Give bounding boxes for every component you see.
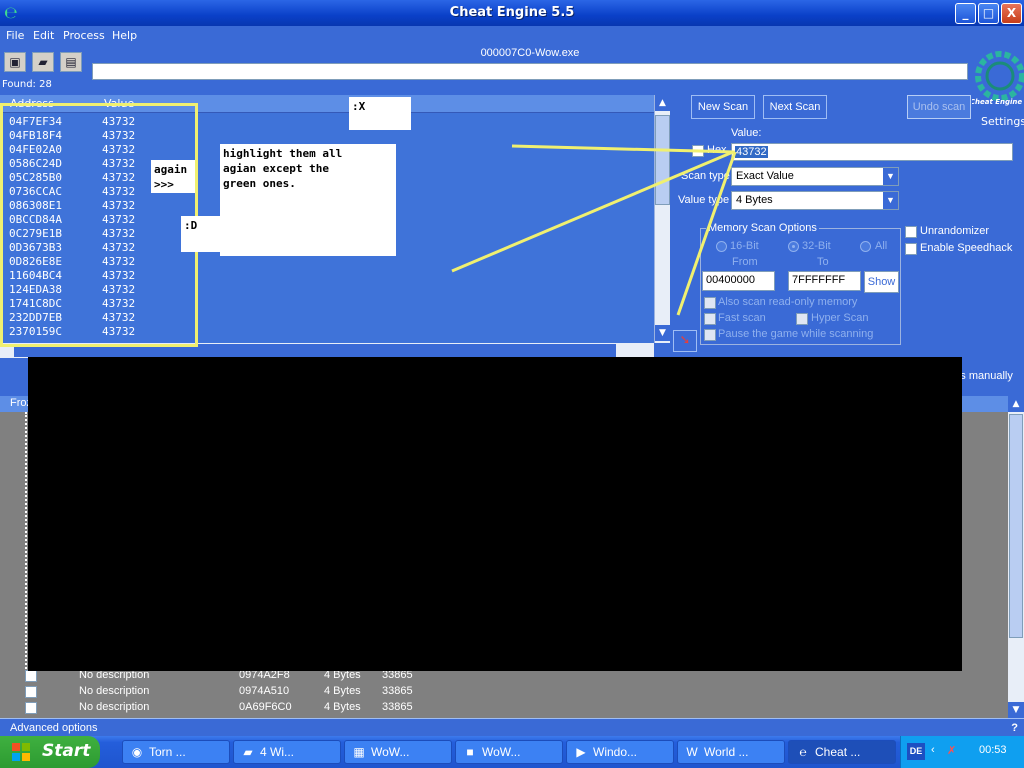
app-icon: ■	[466, 745, 474, 759]
frozen-checkbox[interactable]	[25, 670, 37, 682]
start-button[interactable]: Start	[0, 736, 100, 768]
annotation-line-1	[511, 144, 736, 154]
wow-icon: W	[686, 745, 698, 759]
advanced-options-link[interactable]: Advanced options	[10, 722, 97, 734]
taskbar-task-label: World ...	[704, 745, 749, 759]
row-type: 4 Bytes	[324, 685, 361, 697]
system-tray: DE ‹ ✗ 00:53	[900, 736, 1024, 768]
language-indicator[interactable]: DE	[907, 743, 925, 760]
row-value: 33865	[382, 701, 413, 713]
taskbar-task-label: WoW...	[482, 745, 521, 759]
scroll-up-arrow-icon[interactable]: ▲	[1008, 396, 1024, 412]
media-player-icon: ▶	[576, 745, 586, 759]
taskbar-task[interactable]: ▰ 4 Wi...	[233, 740, 341, 764]
taskbar: Start ◉ Torn ... ▰ 4 Wi... ▦ WoW... ■ WoW... ▶ Wi…	[0, 736, 1024, 768]
tray-app-icon[interactable]: ✗	[947, 744, 956, 757]
taskbar-task[interactable]: ■ WoW...	[455, 740, 563, 764]
taskbar-task[interactable]: ◉ Torn ...	[122, 740, 230, 764]
taskbar-task[interactable]: ▦ WoW...	[344, 740, 452, 764]
frozen-checkbox[interactable]	[25, 686, 37, 698]
annotation-line-2	[451, 150, 734, 273]
folder-icon: ▰	[243, 745, 253, 759]
start-label: Start	[42, 741, 91, 761]
add-address-manually-label: Add address manually	[958, 370, 1013, 382]
taskbar-task[interactable]: ℮ Cheat ...	[788, 740, 896, 764]
taskbar-task-label: Torn ...	[149, 745, 186, 759]
status-bar: Advanced options ?	[0, 718, 1024, 736]
annotation-line-3	[676, 151, 737, 316]
taskbar-task-label: Windo...	[593, 745, 638, 759]
row-address: 0A69F6C0	[239, 701, 292, 713]
taskbar-task-label: WoW...	[371, 745, 410, 759]
redacted-area	[28, 357, 962, 671]
taskbar-task-label: Cheat ...	[815, 745, 861, 759]
taskbar-task[interactable]: W World ...	[677, 740, 785, 764]
frozen-checkbox[interactable]	[25, 702, 37, 714]
row-description: No description	[79, 701, 150, 713]
address-table-scrollbar[interactable]: ▲ ▼	[1008, 396, 1024, 718]
table-row[interactable]: No description 0974A510 4 Bytes 33865	[0, 684, 1008, 700]
scroll-thumb[interactable]	[1009, 414, 1023, 638]
cheat-engine-icon: ℮	[799, 745, 807, 759]
table-row[interactable]: No description 0A69F6C0 4 Bytes 33865	[0, 700, 1008, 716]
clock: 00:53	[979, 744, 1007, 756]
add-address-manually-button[interactable]: Add address manually	[958, 370, 1022, 386]
row-description: No description	[79, 685, 150, 697]
help-button[interactable]: ?	[1011, 722, 1018, 734]
taskbar-task-label: 4 Wi...	[260, 745, 295, 759]
windows-flag-icon	[12, 743, 30, 761]
chevron-left-icon[interactable]: ‹	[931, 744, 935, 756]
row-value: 33865	[382, 685, 413, 697]
row-type: 4 Bytes	[324, 701, 361, 713]
firefox-icon: ◉	[131, 745, 143, 759]
taskbar-task[interactable]: ▶ Windo...	[566, 740, 674, 764]
winrar-icon: ▦	[353, 745, 365, 759]
scroll-down-arrow-icon[interactable]: ▼	[1008, 702, 1024, 718]
row-address: 0974A510	[239, 685, 290, 697]
